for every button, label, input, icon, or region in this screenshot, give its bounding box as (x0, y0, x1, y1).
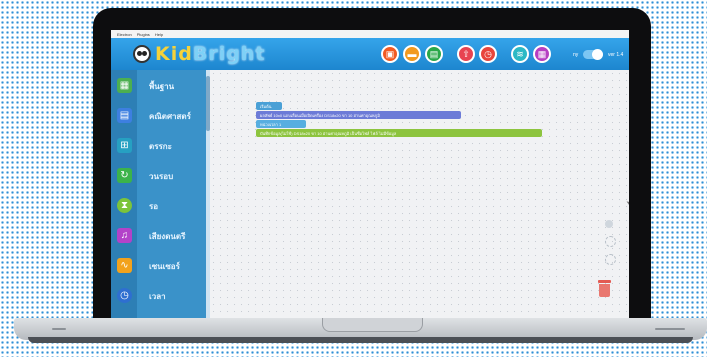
laptop-vent-left (52, 328, 66, 330)
logo-text-bright: Bright (192, 43, 266, 65)
owl-logo-icon (133, 45, 151, 63)
calculator-icon: ▤ (117, 108, 132, 123)
open-icon: ▬ (407, 49, 417, 59)
display-block[interactable]: ผลลัพธ์ 10x0 แถบเลื่อนเมื่อเปิดเครื่อง D… (256, 111, 461, 119)
sidebar-item-label: วนรอบ (149, 172, 174, 181)
upload-icon: ⇧ (462, 48, 470, 59)
sidebar-item-label: พื้นฐาน (149, 82, 175, 91)
sidebar-item-math[interactable]: ▤ คณิตศาสตร์ (111, 104, 206, 132)
logic-icon: ⊞ (117, 138, 132, 153)
grid-icon: ▦ (117, 78, 132, 93)
toggle-label: ny (573, 52, 579, 58)
sidebar-item-label: คณิตศาสตร์ (149, 112, 191, 121)
log-data-block[interactable]: บันทึกข้อมูล(ไม่ใช้) DS18x20 ขา 10 อ่านค… (256, 129, 542, 137)
sensor-icon: ∿ (117, 258, 132, 273)
wait-icon: ⧗ (117, 198, 132, 213)
new-icon: ▣ (385, 48, 395, 59)
menu-item-electron[interactable]: Electron (117, 32, 132, 37)
save-icon: ▤ (429, 48, 439, 59)
menu-item-plugins[interactable]: Plugins (137, 32, 150, 37)
clock-icon: ◷ (117, 288, 132, 303)
start-block[interactable]: เริ่มต้น (256, 102, 282, 110)
board-button[interactable]: ▦ (533, 45, 551, 63)
sidebar-item-label: ตรรกะ (149, 142, 172, 151)
save-file-button[interactable]: ▤ (425, 45, 443, 63)
app-logo: KidBright (155, 43, 265, 65)
recenter-button[interactable] (605, 220, 613, 228)
sidebar-item-logic[interactable]: ⊞ ตรรกะ (111, 134, 206, 162)
sidebar-item-label: รอ (149, 202, 159, 211)
sidebar-item-label: เสียงดนตรี (149, 232, 186, 241)
sidebar-item-loop[interactable]: ↻ วนรอบ (111, 164, 206, 192)
menu-item-help[interactable]: Help (155, 32, 163, 37)
sidebar-item-time[interactable]: ◷ เวลา (111, 284, 206, 312)
sidebar-item-music[interactable]: ♫ เสียงดนตรี (111, 224, 206, 252)
trash-lid (598, 280, 611, 283)
laptop-vent-right (655, 328, 685, 330)
loop-icon: ↻ (117, 168, 132, 183)
sidebar-item-label: เวลา (149, 292, 166, 301)
laptop-trackpad-notch (322, 318, 423, 332)
trash-can (599, 284, 610, 297)
upload-button[interactable]: ⇧ (457, 45, 475, 63)
laptop-base-edge (28, 337, 693, 343)
zoom-in-button[interactable] (605, 236, 616, 247)
board-icon: ▦ (537, 48, 547, 59)
sidebar-item-sensor[interactable]: ∿ เซนเซอร์ (111, 254, 206, 282)
alarm-button[interactable]: ◷ (479, 45, 497, 63)
blocks-workspace[interactable]: เริ่มต้น ผลลัพธ์ 10x0 แถบเลื่อนเมื่อเปิด… (210, 70, 629, 320)
new-file-button[interactable]: ▣ (381, 45, 399, 63)
wifi-button[interactable]: ≋ (511, 45, 529, 63)
wifi-icon: ≋ (516, 48, 524, 59)
start-block-label: เริ่มต้น (260, 103, 272, 109)
app-window: Electron Plugins Help KidBright ▣ ▬ ▤ ⇧ … (111, 30, 629, 320)
sidebar-item-wait[interactable]: ⧗ รอ (111, 194, 206, 222)
open-file-button[interactable]: ▬ (403, 45, 421, 63)
display-block-label: ผลลัพธ์ 10x0 แถบเลื่อนเมื่อเปิดเครื่อง D… (260, 112, 380, 118)
menu-bar: Electron Plugins Help (111, 30, 629, 38)
delay-block[interactable]: หน่วงเวลา 1 (256, 120, 306, 128)
music-icon: ♫ (117, 228, 132, 243)
logo-text-kid: Kid (155, 43, 193, 65)
delay-block-label: หน่วงเวลา 1 (260, 121, 282, 127)
app-header: KidBright ▣ ▬ ▤ ⇧ ◷ ≋ ▦ ny ver 1.4 (111, 38, 629, 70)
mode-toggle[interactable] (583, 49, 603, 60)
trash-icon[interactable] (598, 280, 611, 297)
alarm-icon: ◷ (484, 48, 492, 59)
zoom-out-button[interactable] (605, 254, 616, 265)
block-category-sidebar: ▦ พื้นฐาน ▤ คณิตศาสตร์ ⊞ ตรรกะ ↻ วนรอบ ⧗… (111, 70, 206, 320)
log-data-block-label: บันทึกข้อมูล(ไม่ใช้) DS18x20 ขา 10 อ่านค… (260, 130, 397, 136)
sidebar-item-basic[interactable]: ▦ พื้นฐาน (111, 74, 206, 102)
sidebar-item-label: เซนเซอร์ (149, 262, 180, 271)
version-label: ver 1.4 (608, 52, 624, 58)
